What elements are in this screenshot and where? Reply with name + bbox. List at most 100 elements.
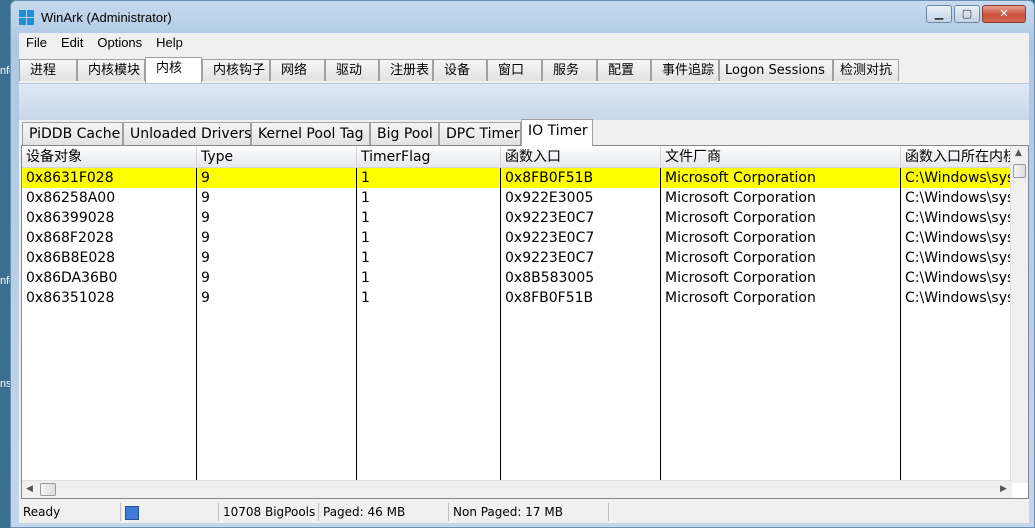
toolbar-band (19, 83, 1029, 120)
tab-big-pool[interactable]: Big Pool (370, 122, 439, 145)
column-header-function-entry[interactable]: 函数入口 (501, 146, 661, 168)
windows-logo-icon (19, 10, 34, 25)
cell-function-entry: 0x922E3005 (505, 190, 594, 206)
tab-anti-detection[interactable]: 检测对抗 (833, 59, 899, 81)
tab-kernel-pool-tag[interactable]: Kernel Pool Tag (251, 122, 370, 145)
column-header-file-vendor[interactable]: 文件厂商 (661, 146, 901, 168)
tab-kernel[interactable]: 内核 (145, 57, 202, 83)
scroll-right-icon[interactable]: ▶ (1000, 484, 1007, 494)
column-header-type[interactable]: Type (197, 146, 357, 168)
cell-file-vendor: Microsoft Corporation (665, 170, 816, 186)
tab-unloaded-drivers[interactable]: Unloaded Drivers (123, 122, 251, 145)
column-divider (660, 168, 661, 488)
cell-function-entry: 0x8FB0F51B (505, 290, 594, 306)
status-nonpaged: Non Paged: 17 MB (449, 503, 609, 521)
status-bar: Ready 10708 BigPools Paged: 46 MB Non Pa… (19, 501, 1029, 523)
cell-entry-module: C:\Windows\system32 (905, 270, 1012, 286)
io-timer-list[interactable]: 设备对象 Type TimerFlag 函数入口 文件厂商 函数入口所在内核 0… (21, 145, 1029, 499)
cell-device-object: 0x868F2028 (26, 230, 114, 246)
tab-io-timer[interactable]: IO Timer (521, 119, 593, 146)
cell-function-entry: 0x9223E0C7 (505, 230, 595, 246)
tab-windows[interactable]: 窗口 (487, 59, 542, 81)
column-divider (356, 168, 357, 488)
status-paged: Paged: 46 MB (319, 503, 449, 521)
title-bar[interactable]: WinArk (Administrator) ▁ ▢ ✕ (11, 1, 1034, 33)
cell-type: 9 (201, 230, 210, 246)
tab-dpc-timer[interactable]: DPC Timer (439, 122, 521, 145)
cell-entry-module: C:\Windows\system32 (905, 290, 1012, 306)
menu-help[interactable]: Help (149, 33, 190, 50)
sub-tab-strip: PiDDB Cache Unloaded Drivers Kernel Pool… (19, 119, 1029, 146)
cell-entry-module: C:\Windows\system32 (905, 250, 1012, 266)
cell-entry-module: C:\Windows\system32 (905, 170, 1012, 186)
close-button[interactable]: ✕ (982, 5, 1026, 23)
cell-timerflag: 1 (361, 290, 370, 306)
cell-type: 9 (201, 290, 210, 306)
table-row[interactable]: 0x86B8E028 9 1 0x9223E0C7 Microsoft Corporat… (22, 248, 1012, 268)
list-header: 设备对象 Type TimerFlag 函数入口 文件厂商 函数入口所在内核 (22, 146, 1012, 168)
cell-type: 9 (201, 170, 210, 186)
horizontal-scroll-thumb[interactable] (40, 483, 56, 496)
cell-device-object: 0x86258A00 (26, 190, 116, 206)
cell-type: 9 (201, 270, 210, 286)
client-area: File Edit Options Help 进程 内核模块 内核 内核钩子 网络 驱… (19, 33, 1029, 523)
cell-type: 9 (201, 210, 210, 226)
app-window: WinArk (Administrator) ▁ ▢ ✕ File Edit Opt… (10, 0, 1035, 528)
table-row[interactable]: 0x86351028 9 1 0x8FB0F51B Microsoft Corporat… (22, 288, 1012, 308)
column-divider (900, 168, 901, 488)
cell-entry-module: C:\Windows\system32 (905, 230, 1012, 246)
cell-type: 9 (201, 250, 210, 266)
cell-file-vendor: Microsoft Corporation (665, 210, 816, 226)
cell-timerflag: 1 (361, 230, 370, 246)
table-row[interactable]: 0x86258A00 9 1 0x922E3005 Microsoft Corporat… (22, 188, 1012, 208)
tab-network[interactable]: 网络 (270, 59, 325, 81)
tab-devices[interactable]: 设备 (433, 59, 487, 81)
column-header-device-object[interactable]: 设备对象 (22, 146, 197, 168)
scroll-up-icon[interactable]: ▲ (1015, 148, 1022, 158)
menu-file[interactable]: File (19, 33, 54, 50)
tab-registry[interactable]: 注册表 (379, 59, 433, 81)
tab-process[interactable]: 进程 (19, 59, 77, 81)
cell-type: 9 (201, 190, 210, 206)
cell-file-vendor: Microsoft Corporation (665, 230, 816, 246)
cell-timerflag: 1 (361, 250, 370, 266)
column-header-entry-module[interactable]: 函数入口所在内核 (901, 146, 1012, 168)
tab-event-trace[interactable]: 事件追踪 (651, 59, 719, 81)
status-indicator-icon (125, 506, 139, 520)
menu-options[interactable]: Options (90, 33, 149, 50)
tab-config[interactable]: 配置 (597, 59, 651, 81)
column-divider (500, 168, 501, 488)
menu-edit[interactable]: Edit (54, 33, 90, 50)
cell-device-object: 0x86399028 (26, 210, 115, 226)
table-row[interactable]: 0x86399028 9 1 0x9223E0C7 Microsoft Corporat… (22, 208, 1012, 228)
cell-device-object: 0x8631F028 (26, 170, 114, 186)
cell-timerflag: 1 (361, 170, 370, 186)
cell-device-object: 0x86B8E028 (26, 250, 116, 266)
cell-timerflag: 1 (361, 270, 370, 286)
cell-timerflag: 1 (361, 190, 370, 206)
maximize-button[interactable]: ▢ (954, 5, 980, 23)
minimize-button[interactable]: ▁ (926, 5, 952, 23)
tab-kernel-hooks[interactable]: 内核钩子 (202, 59, 270, 81)
cell-file-vendor: Microsoft Corporation (665, 250, 816, 266)
status-indicator-cell (121, 503, 219, 521)
table-row[interactable]: 0x868F2028 9 1 0x9223E0C7 Microsoft Corporat… (22, 228, 1012, 248)
main-tab-strip: 进程 内核模块 内核 内核钩子 网络 驱动 注册表 设备 窗口 服务 配置 事件… (19, 57, 1029, 83)
cell-entry-module: C:\Windows\system32 (905, 190, 1012, 206)
cell-entry-module: C:\Windows\system32 (905, 210, 1012, 226)
column-header-timerflag[interactable]: TimerFlag (357, 146, 501, 168)
tab-logon-sessions[interactable]: Logon Sessions (719, 59, 833, 81)
scroll-left-icon[interactable]: ◀ (26, 484, 33, 494)
tab-services[interactable]: 服务 (542, 59, 597, 81)
cell-function-entry: 0x9223E0C7 (505, 250, 595, 266)
horizontal-scrollbar[interactable]: ◀ ▶ (22, 480, 1012, 498)
vertical-scroll-thumb[interactable] (1013, 164, 1026, 178)
tab-drivers[interactable]: 驱动 (325, 59, 379, 81)
vertical-scrollbar[interactable]: ▲ (1010, 146, 1028, 483)
table-row[interactable]: 0x86DA36B0 9 1 0x8B583005 Microsoft Corporat… (22, 268, 1012, 288)
cell-timerflag: 1 (361, 210, 370, 226)
table-row[interactable]: 0x8631F028 9 1 0x8FB0F51B Microsoft Corporat… (22, 168, 1012, 188)
tab-kernel-modules[interactable]: 内核模块 (77, 59, 145, 81)
cell-function-entry: 0x8FB0F51B (505, 170, 594, 186)
tab-piddb-cache[interactable]: PiDDB Cache (22, 122, 123, 145)
